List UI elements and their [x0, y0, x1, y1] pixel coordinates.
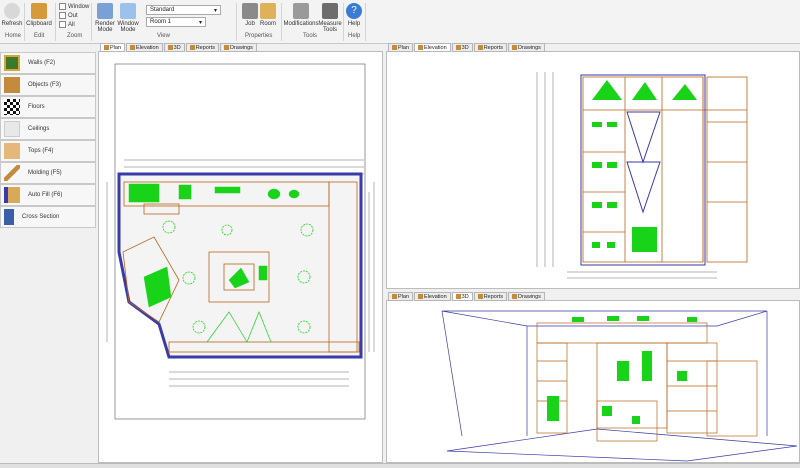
tab-reports[interactable]: Reports [473, 43, 507, 52]
tab-reports[interactable]: Reports [185, 43, 219, 52]
chevron-down-icon: ▾ [213, 7, 217, 14]
sidebar-item-tops[interactable]: Tops (F4) [0, 140, 96, 162]
tab-elevation[interactable]: Elevation [414, 43, 451, 52]
objects-icon [4, 77, 20, 93]
zoom-out-button[interactable]: Out [59, 12, 78, 19]
elevation-tabbar: Plan Elevation 3D Reports Drawings [388, 43, 545, 52]
tab-elevation[interactable]: Elevation [414, 292, 451, 301]
tab-reports[interactable]: Reports [473, 292, 507, 301]
auto-fill-icon [4, 187, 20, 203]
group-view: View [157, 33, 170, 39]
group-properties: Properties [245, 33, 273, 39]
sidebar-item-ceilings[interactable]: Ceilings [0, 118, 96, 140]
chevron-down-icon: ▾ [198, 19, 202, 26]
tab-3d[interactable]: 3D [163, 43, 185, 52]
tab-plan[interactable]: Plan [100, 43, 126, 52]
group-tools: Tools [303, 33, 318, 39]
job-button[interactable]: Job [241, 3, 259, 27]
sidebar-item-molding[interactable]: Molding (F5) [0, 162, 96, 184]
tab-drawings[interactable]: Drawings [219, 43, 257, 52]
3d-pane[interactable]: Plan Elevation 3D Reports Drawings [386, 292, 800, 463]
sidebar-item-walls[interactable]: Walls (F2) [0, 52, 96, 74]
ceilings-icon [4, 121, 20, 137]
molding-icon [4, 165, 20, 181]
measure-tools-button[interactable]: Measure Tools [318, 3, 342, 33]
clipboard-label: Clipboard [26, 21, 52, 27]
plan-pane[interactable]: Plan Elevation 3D Reports Drawings [98, 43, 383, 463]
clipboard-button[interactable]: Clipboard [26, 3, 52, 27]
modifications-button[interactable]: Modifications [284, 3, 319, 27]
elevation-pane[interactable]: Plan Elevation 3D Reports Drawings [386, 43, 800, 289]
sidebar-item-objects[interactable]: Objects (F3) [0, 74, 96, 96]
floors-icon [4, 99, 20, 115]
clipboard-icon [31, 3, 47, 19]
style-select[interactable]: Standard ▾ [146, 5, 221, 15]
elevation-drawing [536, 72, 748, 279]
modifications-icon [293, 3, 309, 19]
sidebar-item-cross-section[interactable]: Cross Section [0, 206, 96, 228]
group-home: Home [5, 33, 22, 39]
zoom-window-icon [59, 3, 66, 10]
refresh-label: Refresh [1, 21, 23, 27]
tab-plan[interactable]: Plan [388, 292, 414, 301]
refresh-icon [4, 3, 20, 19]
window-mode-button[interactable]: Window Mode [117, 3, 139, 33]
plan-tabbar: Plan Elevation 3D Reports Drawings [100, 43, 257, 52]
3d-drawing [441, 310, 798, 462]
sidebar-item-auto-fill[interactable]: Auto Fill (F6) [0, 184, 96, 206]
tab-drawings[interactable]: Drawings [507, 292, 545, 301]
sidebar-item-floors[interactable]: Floors [0, 96, 96, 118]
help-button[interactable]: ? Help [346, 3, 362, 27]
refresh-button[interactable]: Refresh [1, 3, 23, 27]
job-icon [242, 3, 258, 19]
zoom-window-button[interactable]: Window [59, 3, 89, 10]
room-icon [260, 3, 276, 19]
tops-icon [4, 143, 20, 159]
help-icon: ? [346, 3, 362, 19]
3d-tabbar: Plan Elevation 3D Reports Drawings [388, 292, 545, 301]
render-mode-button[interactable]: Render Mode [95, 3, 115, 33]
room-select[interactable]: Room 1 ▾ [146, 17, 206, 27]
group-edit: Edit [34, 33, 45, 39]
tab-plan[interactable]: Plan [388, 43, 414, 52]
tab-drawings[interactable]: Drawings [507, 43, 545, 52]
group-zoom: Zoom [67, 33, 83, 39]
cross-section-icon [4, 209, 14, 225]
zoom-all-button[interactable]: All [59, 21, 75, 28]
plan-drawing [106, 63, 375, 420]
zoom-all-icon [59, 21, 66, 28]
tab-3d[interactable]: 3D [451, 292, 473, 301]
window-mode-icon [120, 3, 136, 19]
ribbon: Refresh Clipboard Window Out All Render … [0, 0, 800, 44]
status-bar [0, 463, 800, 468]
walls-icon [4, 55, 20, 71]
measure-icon [322, 3, 338, 19]
zoom-out-icon [59, 12, 66, 19]
room-button[interactable]: Room [259, 3, 277, 27]
render-mode-icon [97, 3, 113, 19]
tab-elevation[interactable]: Elevation [126, 43, 163, 52]
tab-3d[interactable]: 3D [451, 43, 473, 52]
group-help: Help [348, 33, 361, 39]
sidebar: Walls (F2) Objects (F3) Floors Ceilings … [0, 52, 96, 228]
